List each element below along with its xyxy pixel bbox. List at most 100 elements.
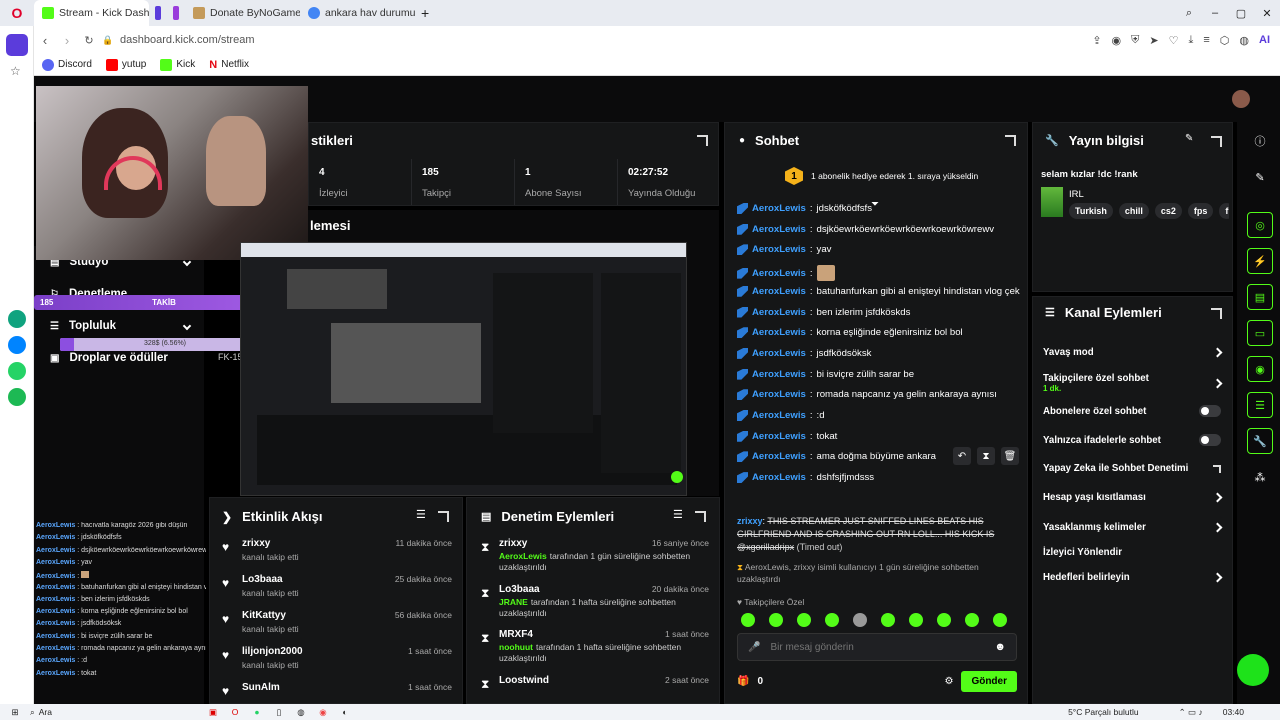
channel-action-item[interactable]: Abonelere özel sohbet [1043, 405, 1221, 417]
mod-target[interactable]: zrixxy [499, 538, 527, 549]
emote-icon[interactable] [909, 613, 923, 627]
camera-icon[interactable]: ◎ [1247, 212, 1273, 238]
broadcast-icon[interactable]: ◉ [1247, 356, 1273, 382]
stream-tag[interactable]: f [1219, 203, 1229, 219]
chat-message[interactable]: AeroxLewis: jdsköfködfsfs [737, 203, 872, 214]
activity-user[interactable]: SunAlm [242, 682, 280, 693]
channel-action-item[interactable]: Yavaş mod [1043, 347, 1223, 358]
ai-button[interactable]: AI [1259, 34, 1270, 47]
chat-message[interactable]: AeroxLewis: ben izlerim jsfdköskds [737, 306, 910, 318]
camera-icon[interactable]: ◉ [1112, 34, 1122, 47]
bookmark-yutup[interactable]: yutup [105, 58, 146, 71]
reload-button[interactable]: ↻ [78, 34, 100, 47]
chat-username[interactable]: AeroxLewis [752, 327, 806, 338]
opera-logo[interactable]: O [0, 5, 34, 21]
share-icon[interactable]: ⇪ [1092, 34, 1101, 47]
channel-action-item[interactable]: Hedefleri belirleyin [1043, 572, 1223, 583]
activity-user[interactable]: liljonjon2000 [242, 646, 303, 657]
whatsapp-icon[interactable] [8, 362, 26, 380]
gift-icon[interactable]: 🎁 [737, 676, 749, 687]
bookmark-discord[interactable]: Discord [42, 58, 92, 71]
chat-icon[interactable]: ▭ [1247, 320, 1273, 346]
popout-icon[interactable] [438, 511, 449, 522]
activity-user[interactable]: KitKattyy [242, 610, 286, 621]
stream-tag[interactable]: Turkish [1069, 203, 1113, 219]
mod-user[interactable]: AeroxLewis [499, 551, 547, 561]
opera-taskbar-icon[interactable]: O [224, 707, 246, 717]
chat-message[interactable]: AeroxLewis::d [737, 410, 825, 421]
chat-username[interactable]: AeroxLewis [752, 286, 806, 297]
chat-message[interactable]: AeroxLewis: [737, 265, 835, 282]
emote-icon[interactable] [937, 613, 951, 627]
activity-user[interactable]: zrixxy [242, 538, 270, 549]
tray-icons[interactable]: ⌃ ▭ ♪ [1179, 707, 1203, 718]
home-icon[interactable] [6, 34, 28, 56]
emote-icon[interactable] [881, 613, 895, 627]
obs-taskbar-icon[interactable]: ◐ [334, 707, 356, 717]
info-icon[interactable]: ⓘ [1247, 128, 1273, 154]
stream-tag[interactable]: fps [1187, 203, 1214, 219]
stream-preview-video[interactable] [240, 242, 687, 496]
channel-action-item[interactable]: Hesap yaşı kısıtlaması [1043, 492, 1223, 503]
channel-action-item[interactable]: Takipçilere özel sohbet 1 dk. [1043, 373, 1223, 393]
weather-widget[interactable]: 5°C Parçalı bulutlu [1068, 707, 1139, 717]
back-button[interactable]: ‹ [34, 33, 56, 48]
windows-start-icon[interactable]: ⊞ [0, 707, 30, 718]
live-button[interactable] [1237, 654, 1269, 686]
close-window-button[interactable]: ✕ [1254, 7, 1280, 20]
chat-message[interactable]: AeroxLewis: ama doğma büyüme ankara [737, 451, 936, 463]
emote-icon[interactable] [741, 613, 755, 627]
nodes-icon[interactable]: ⁂ [1247, 464, 1273, 490]
heart-icon[interactable]: ♡ [1169, 34, 1179, 47]
steam-taskbar-icon[interactable]: ◍ [290, 707, 312, 718]
maximize-button[interactable]: ▢ [1228, 7, 1254, 20]
minimize-button[interactable]: – [1202, 7, 1228, 19]
tab-google[interactable]: ankara hav durumu - Goo [300, 0, 415, 26]
send-icon[interactable]: ➤ [1149, 34, 1158, 47]
chatgpt-icon[interactable] [8, 310, 26, 328]
channel-action-item[interactable]: Yalnızca ifadelerle sohbet [1043, 434, 1221, 446]
list-icon[interactable]: ☰ [1247, 392, 1273, 418]
messenger-icon[interactable] [8, 336, 26, 354]
chat-username[interactable]: AeroxLewis [752, 348, 806, 359]
stream-tag[interactable]: cs2 [1154, 203, 1182, 219]
taskbar-app-icon[interactable]: ▣ [202, 707, 224, 718]
emote-icon[interactable] [797, 613, 811, 627]
tab-donate[interactable]: Donate ByNoGame - Stre [185, 0, 300, 26]
popout-icon[interactable] [695, 511, 706, 522]
search-icon[interactable]: ⌕ [30, 707, 35, 718]
pencil-icon[interactable]: ✎ [1247, 164, 1273, 190]
chat-message[interactable]: AeroxLewis: korna eşliğinde eğlenirsiniz … [737, 327, 963, 339]
chat-username[interactable]: AeroxLewis [752, 203, 806, 214]
chat-username[interactable]: AeroxLewis [752, 224, 806, 235]
chat-message[interactable]: AeroxLewis: jsdfködsöksk [737, 347, 871, 359]
lightning-icon[interactable]: ⚡ [1247, 248, 1273, 274]
wrench-icon[interactable]: 🔧 [1247, 428, 1273, 454]
mod-user[interactable]: JRANE [499, 597, 528, 607]
filter-icon[interactable]: ☰ [416, 508, 426, 521]
profile-icon[interactable]: ◍ [1239, 34, 1249, 47]
chat-username[interactable]: AeroxLewis [752, 244, 806, 255]
delete-icon[interactable]: 🗑 [1001, 447, 1019, 465]
edit-icon[interactable]: ✎ [1185, 133, 1193, 144]
chat-username[interactable]: AeroxLewis [752, 472, 806, 483]
activity-user[interactable]: Lo3baaa [242, 574, 283, 585]
channel-action-item[interactable]: Yapay Zeka ile Sohbet Denetimi [1043, 463, 1221, 474]
filter-icon[interactable]: ☰ [673, 508, 683, 521]
chat-message[interactable]: AeroxLewis: dshfsjfjmdsss [737, 472, 874, 484]
shield-icon[interactable]: ⛨ [1131, 34, 1139, 47]
chat-username[interactable]: AeroxLewis [752, 369, 806, 380]
emote-icon[interactable] [769, 613, 783, 627]
popout-icon[interactable] [1211, 136, 1222, 147]
forward-button[interactable]: › [56, 33, 78, 48]
chat-message[interactable]: AeroxLewis: tokat [737, 430, 837, 442]
bookmark-kick[interactable]: Kick [160, 58, 195, 71]
emote-icon[interactable] [853, 613, 867, 627]
taskbar-search[interactable]: Ara [39, 707, 52, 717]
chat-message[interactable]: AeroxLewis: yav [737, 244, 831, 256]
chat-username[interactable]: AeroxLewis [752, 307, 806, 318]
chat-message[interactable]: AeroxLewis: batuhanfurkan gibi al eniştey… [737, 285, 1020, 297]
files-taskbar-icon[interactable]: ▯ [268, 707, 290, 718]
popout-icon[interactable] [697, 135, 708, 146]
new-tab-button[interactable]: + [415, 5, 435, 21]
